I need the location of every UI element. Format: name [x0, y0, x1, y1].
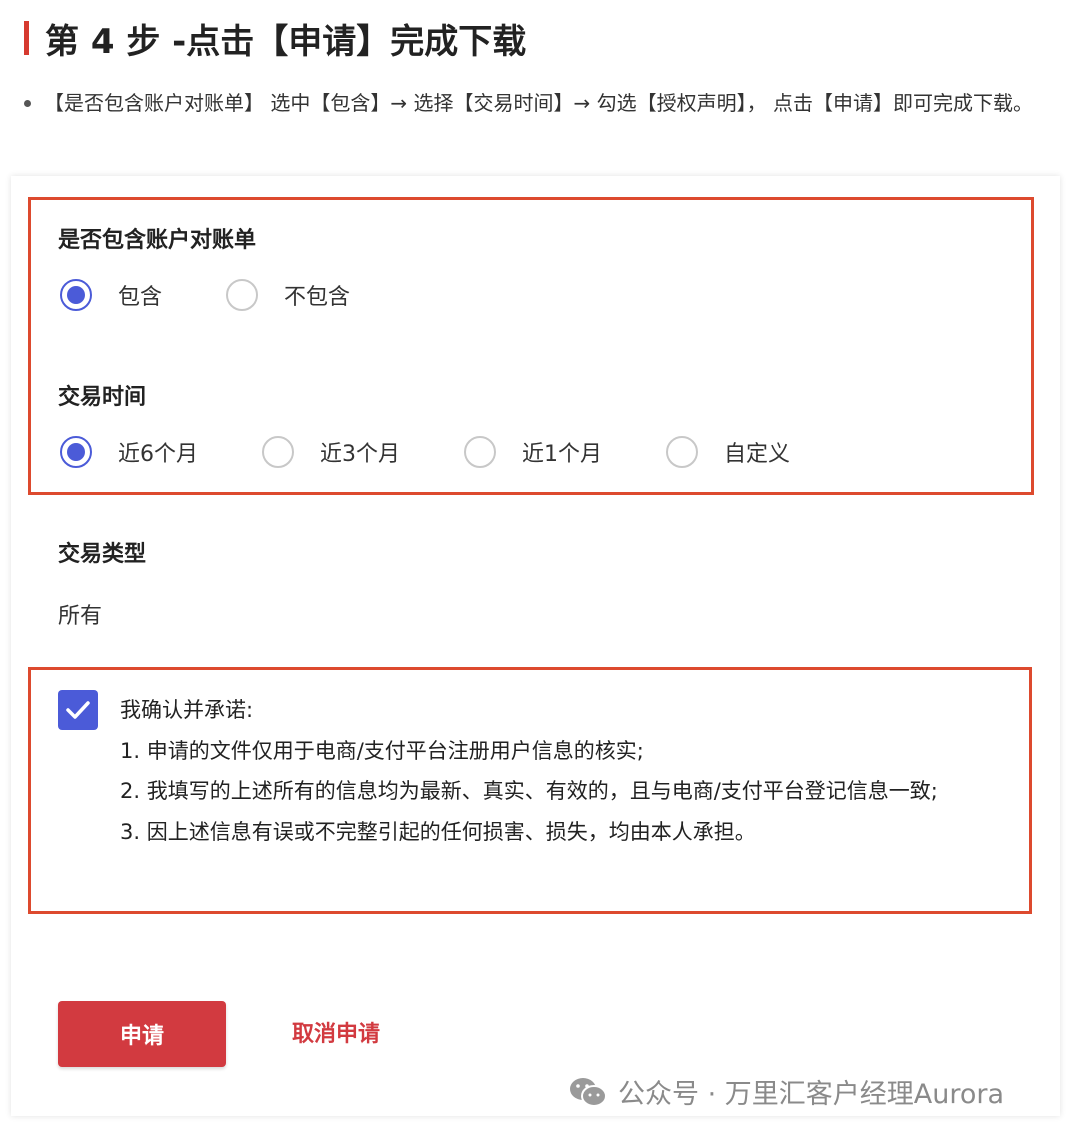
- consent-line: 2. 我填写的上述所有的信息均为最新、真实、有效的，且与电商/支付平台登记信息一…: [120, 779, 938, 803]
- radio-circle: [226, 279, 259, 311]
- title-main: 点击【申请】完成下载: [186, 21, 527, 62]
- consent-checkbox[interactable]: [58, 690, 98, 730]
- radio-6-months[interactable]: 近6个月: [60, 436, 198, 468]
- radio-exclude[interactable]: 不包含: [226, 279, 350, 311]
- radio-circle: [60, 436, 92, 468]
- bullet-dot: [24, 100, 31, 107]
- instruction-text: 【是否包含账户对账单】 选中【包含】→ 选择【交易时间】→ 勾选【授权声明】， …: [44, 91, 1033, 115]
- radio-label: 近3个月: [320, 442, 400, 467]
- radio-label: 不包含: [284, 285, 351, 310]
- title-accent-bar: [24, 21, 29, 55]
- radio-custom[interactable]: 自定义: [666, 436, 790, 468]
- type-value: 所有: [58, 604, 103, 629]
- statement-label: 是否包含账户对账单: [58, 228, 257, 253]
- instruction-item: 【是否包含账户对账单】 选中【包含】→ 选择【交易时间】→ 勾选【授权声明】， …: [24, 86, 1054, 120]
- radio-label: 包含: [118, 285, 163, 310]
- radio-include[interactable]: 包含: [60, 279, 162, 311]
- consent-text: 我确认并承诺: 1. 申请的文件仅用于电商/支付平台注册用户信息的核实; 2. …: [120, 690, 1000, 852]
- step-title: 第 4 步 - 点击【申请】完成下载: [24, 16, 527, 62]
- consent-line: 我确认并承诺:: [120, 698, 254, 722]
- radio-1-month[interactable]: 近1个月: [464, 436, 602, 468]
- wechat-icon: [570, 1077, 607, 1107]
- consent-line: 3. 因上述信息有误或不完整引起的任何损害、损失，均由本人承担。: [120, 819, 756, 844]
- radio-label: 自定义: [724, 442, 791, 467]
- check-icon: [66, 701, 90, 719]
- statement-radio-group: 包含 不包含: [60, 279, 412, 311]
- type-label: 交易类型: [58, 542, 147, 567]
- consent-line: 1. 申请的文件仅用于电商/支付平台注册用户信息的核实;: [120, 738, 644, 763]
- radio-circle: [262, 436, 294, 468]
- radio-3-months[interactable]: 近3个月: [262, 436, 400, 468]
- period-label: 交易时间: [58, 385, 147, 410]
- cancel-apply-link[interactable]: 取消申请: [292, 1016, 380, 1048]
- radio-circle: [60, 279, 92, 311]
- radio-label: 近1个月: [522, 442, 602, 467]
- watermark-text: 公众号 · 万里汇客户经理Aurora: [618, 1079, 1005, 1110]
- apply-button[interactable]: 申请: [58, 1001, 226, 1067]
- radio-circle: [464, 436, 496, 468]
- title-prefix: 第 4 步 -: [45, 21, 187, 62]
- watermark: 公众号 · 万里汇客户经理Aurora: [568, 1072, 1004, 1111]
- radio-circle: [666, 436, 698, 468]
- radio-label: 近6个月: [118, 442, 198, 467]
- period-radio-group: 近6个月 近3个月 近1个月 自定义: [60, 436, 852, 468]
